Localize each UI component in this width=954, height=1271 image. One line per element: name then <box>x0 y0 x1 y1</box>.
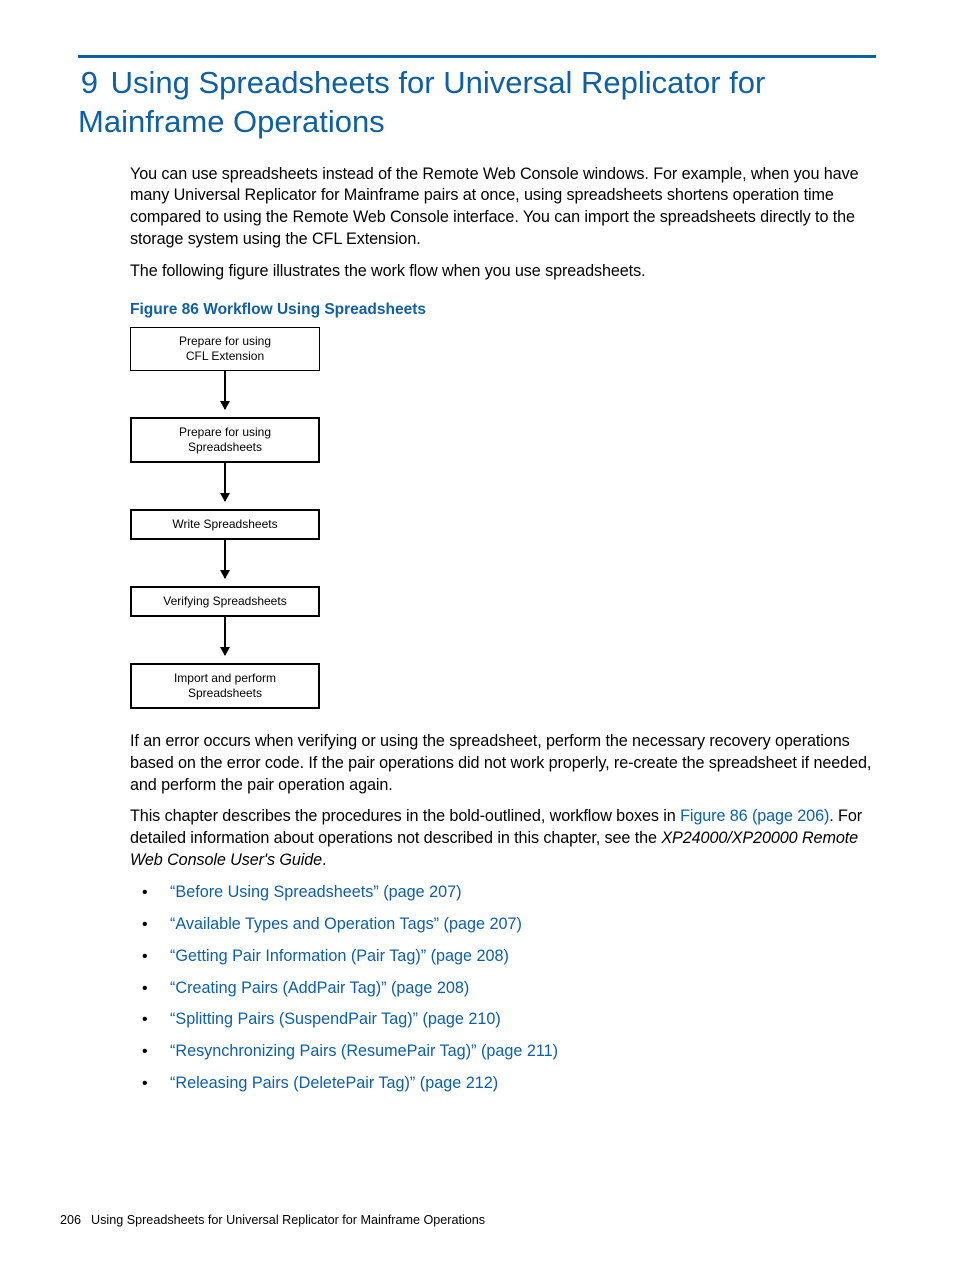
top-rule <box>78 55 876 58</box>
toc-item[interactable]: “Resynchronizing Pairs (ResumePair Tag)”… <box>130 1041 876 1063</box>
flow-box-prepare-cfl: Prepare for using CFL Extension <box>130 327 320 371</box>
toc-item[interactable]: “Releasing Pairs (DeletePair Tag)” (page… <box>130 1073 876 1095</box>
toc-item[interactable]: “Splitting Pairs (SuspendPair Tag)” (pag… <box>130 1009 876 1031</box>
toc-list: “Before Using Spreadsheets” (page 207) “… <box>130 882 876 1095</box>
flow-text: Spreadsheets <box>188 686 262 700</box>
flow-text: Prepare for using <box>179 425 271 439</box>
flow-text: Import and perform <box>174 671 276 685</box>
flowchart: Prepare for using CFL Extension Prepare … <box>130 327 320 709</box>
page-footer: 206 Using Spreadsheets for Universal Repl… <box>60 1213 485 1227</box>
flow-box-verify: Verifying Spreadsheets <box>130 586 320 617</box>
chapter-number: 9 <box>78 64 98 103</box>
text-run: This chapter describes the procedures in… <box>130 807 680 825</box>
flow-arrow <box>130 617 320 663</box>
footer-text: Using Spreadsheets for Universal Replica… <box>91 1213 485 1227</box>
chapter-title: 9 Using Spreadsheets for Universal Repli… <box>78 64 876 142</box>
flow-text: Verifying Spreadsheets <box>163 594 286 608</box>
after-paragraph-2: This chapter describes the procedures in… <box>130 806 876 872</box>
flow-box-import: Import and perform Spreadsheets <box>130 663 320 709</box>
flow-text: Write Spreadsheets <box>172 517 277 531</box>
intro-paragraph-1: You can use spreadsheets instead of the … <box>130 164 876 251</box>
flow-text: CFL Extension <box>186 349 264 363</box>
figure-link[interactable]: Figure 86 (page 206) <box>680 807 829 825</box>
toc-item[interactable]: “Getting Pair Information (Pair Tag)” (p… <box>130 946 876 968</box>
flow-box-prepare-spreadsheets: Prepare for using Spreadsheets <box>130 417 320 463</box>
flow-text: Spreadsheets <box>188 440 262 454</box>
flow-box-write: Write Spreadsheets <box>130 509 320 540</box>
text-run: . <box>322 851 326 869</box>
flow-arrow <box>130 371 320 417</box>
after-paragraph-1: If an error occurs when verifying or usi… <box>130 731 876 797</box>
flow-text: Prepare for using <box>179 334 271 348</box>
toc-item[interactable]: “Before Using Spreadsheets” (page 207) <box>130 882 876 904</box>
figure-caption: Figure 86 Workflow Using Spreadsheets <box>130 301 876 319</box>
page-number: 206 <box>60 1213 81 1227</box>
intro-paragraph-2: The following figure illustrates the wor… <box>130 261 876 283</box>
chapter-title-text: Using Spreadsheets for Universal Replica… <box>78 65 765 139</box>
toc-item[interactable]: “Creating Pairs (AddPair Tag)” (page 208… <box>130 978 876 1000</box>
flow-arrow <box>130 540 320 586</box>
flow-arrow <box>130 463 320 509</box>
toc-item[interactable]: “Available Types and Operation Tags” (pa… <box>130 914 876 936</box>
